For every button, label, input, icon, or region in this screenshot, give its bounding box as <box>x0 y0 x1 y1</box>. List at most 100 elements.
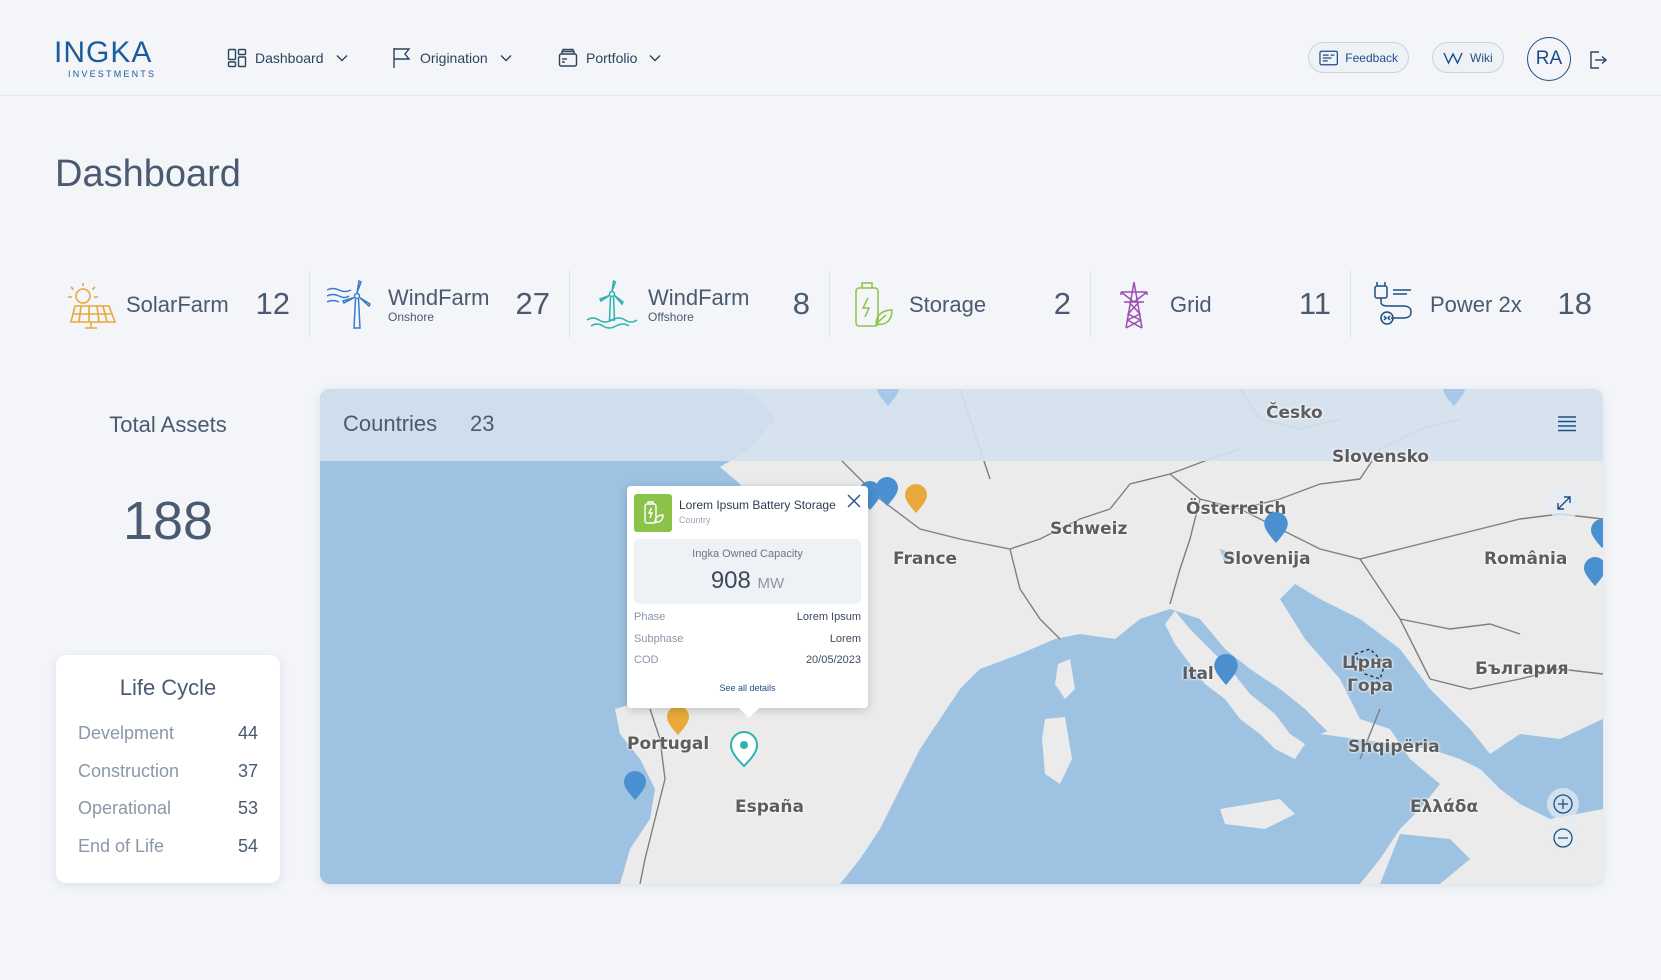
stat-value: 11 <box>1298 286 1331 321</box>
divider <box>309 270 310 338</box>
wikipedia-icon <box>1443 51 1463 65</box>
total-assets-label: Total Assets <box>109 412 227 437</box>
stat-solarfarm[interactable]: SolarFarm 12 <box>62 272 290 338</box>
country-label: România <box>1484 549 1568 569</box>
ingka-logo[interactable]: INGKA INVESTMENTS <box>54 36 169 80</box>
stat-label: WindFarm <box>388 285 490 310</box>
capacity-value-line: 908 MW <box>634 567 861 595</box>
battery-storage-icon <box>634 494 672 532</box>
stat-windfarm-onshore[interactable]: WindFarm Onshore 27 <box>324 272 550 338</box>
stat-label: Storage <box>909 292 987 317</box>
stat-value: 2 <box>1053 286 1071 321</box>
map-pin-yellow[interactable] <box>904 484 928 514</box>
wiki-button[interactable]: Wiki <box>1432 42 1504 73</box>
battery-storage-icon <box>845 277 901 333</box>
country-label: Црна <box>1342 653 1394 673</box>
stat-value: 27 <box>515 286 550 321</box>
map-pin-blue[interactable] <box>876 389 900 407</box>
lifecycle-row-label: Construction <box>78 761 180 781</box>
map-pin-blue[interactable] <box>623 771 647 801</box>
map-pin-selected[interactable] <box>729 730 759 768</box>
detail-value: Lorem <box>829 633 861 645</box>
see-all-details-link[interactable]: See all details <box>627 683 868 693</box>
capacity-box: Ingka Owned Capacity 908 MW <box>634 539 861 604</box>
countries-count: 23 <box>470 411 495 436</box>
zoom-out-icon[interactable] <box>1546 821 1580 855</box>
stat-windfarm-offshore[interactable]: WindFarm Offshore 8 <box>584 272 810 338</box>
chevron-down-icon <box>649 55 661 62</box>
popup-detail-row: COD 20/05/2023 <box>634 654 861 670</box>
stat-value: 8 <box>792 286 810 321</box>
divider <box>1350 270 1351 338</box>
layers-menu-icon[interactable] <box>1557 415 1577 433</box>
asset-popup: Lorem Ipsum Battery Storage Country Ingk… <box>627 486 868 718</box>
stat-label: SolarFarm <box>126 292 229 317</box>
user-avatar[interactable]: RA <box>1527 37 1571 81</box>
stat-storage[interactable]: Storage 2 <box>845 272 1071 338</box>
solar-panel-icon <box>62 277 118 333</box>
country-label: Shqipëria <box>1348 737 1440 757</box>
country-label: Slovenija <box>1223 549 1311 569</box>
detail-label: COD <box>634 654 659 666</box>
stat-grid[interactable]: Grid 11 <box>1106 272 1331 338</box>
stat-value: 12 <box>255 286 290 321</box>
page-title: Dashboard <box>55 153 241 195</box>
stat-value: 18 <box>1557 286 1592 321</box>
lifecycle-title: Life Cycle <box>119 675 217 700</box>
divider <box>569 270 570 338</box>
dashboard-icon <box>227 48 247 68</box>
country-label: France <box>893 549 958 569</box>
popup-title: Lorem Ipsum Battery Storage <box>679 498 836 512</box>
wiki-label: Wiki <box>1470 50 1493 65</box>
logo-main-text: INGKA <box>54 36 153 69</box>
lifecycle-row-label: Develpment <box>78 723 175 743</box>
map-pin-blue[interactable] <box>1442 389 1466 407</box>
nav-dashboard-label: Dashboard <box>255 50 324 66</box>
stat-label: Power 2x <box>1430 292 1522 317</box>
fullscreen-icon[interactable] <box>1546 485 1582 521</box>
country-label: Schweiz <box>1050 519 1128 539</box>
country-label: Ελλάδα <box>1410 797 1479 817</box>
power-plug-icon <box>1366 277 1422 333</box>
map-pin-yellow[interactable] <box>666 706 690 736</box>
country-label: Česko <box>1266 403 1323 423</box>
lifecycle-row-value: 44 <box>237 723 258 743</box>
country-label: Ital <box>1182 664 1214 684</box>
feedback-icon <box>1319 50 1338 65</box>
capacity-label: Ingka Owned Capacity <box>692 548 803 560</box>
lifecycle-row[interactable]: Operational 53 <box>78 798 258 822</box>
map-pin-blue[interactable] <box>1263 512 1289 544</box>
lifecycle-row[interactable]: Develpment 44 <box>78 723 258 747</box>
offshore-wind-icon <box>584 277 640 333</box>
lifecycle-row-value: 54 <box>237 836 258 856</box>
nav-portfolio-label: Portfolio <box>586 50 638 66</box>
feedback-button[interactable]: Feedback <box>1308 42 1409 73</box>
wind-turbine-icon <box>324 277 380 333</box>
lifecycle-row[interactable]: End of Life 54 <box>78 836 258 860</box>
capacity-value: 908 <box>710 567 751 594</box>
map-pin-blue[interactable] <box>875 477 899 507</box>
stat-power2x[interactable]: Power 2x 18 <box>1366 272 1592 338</box>
lifecycle-row-label: Operational <box>78 798 172 818</box>
nav-portfolio[interactable]: Portfolio <box>558 44 661 72</box>
country-label: Portugal <box>627 734 710 754</box>
feedback-label: Feedback <box>1345 50 1398 65</box>
assets-map[interactable]: Countries 23 Česko Slovensko Österreich … <box>320 389 1603 884</box>
nav-dashboard[interactable]: Dashboard <box>227 44 348 72</box>
close-icon[interactable] <box>847 494 861 508</box>
map-pin-blue[interactable] <box>1583 557 1603 587</box>
detail-value: Lorem Ipsum <box>796 611 861 623</box>
country-label: España <box>735 797 804 817</box>
chevron-down-icon <box>500 55 512 62</box>
portfolio-icon <box>558 48 578 67</box>
map-pin-blue[interactable] <box>1590 519 1603 549</box>
zoom-in-icon[interactable] <box>1546 787 1580 821</box>
nav-origination[interactable]: Origination <box>392 44 512 72</box>
lifecycle-row-label: End of Life <box>78 836 165 856</box>
country-label: България <box>1475 659 1569 679</box>
map-pin-blue[interactable] <box>1213 654 1239 686</box>
lifecycle-row[interactable]: Construction 37 <box>78 761 258 785</box>
divider <box>829 270 830 338</box>
pylon-icon <box>1106 277 1162 333</box>
logout-icon[interactable] <box>1588 50 1608 70</box>
